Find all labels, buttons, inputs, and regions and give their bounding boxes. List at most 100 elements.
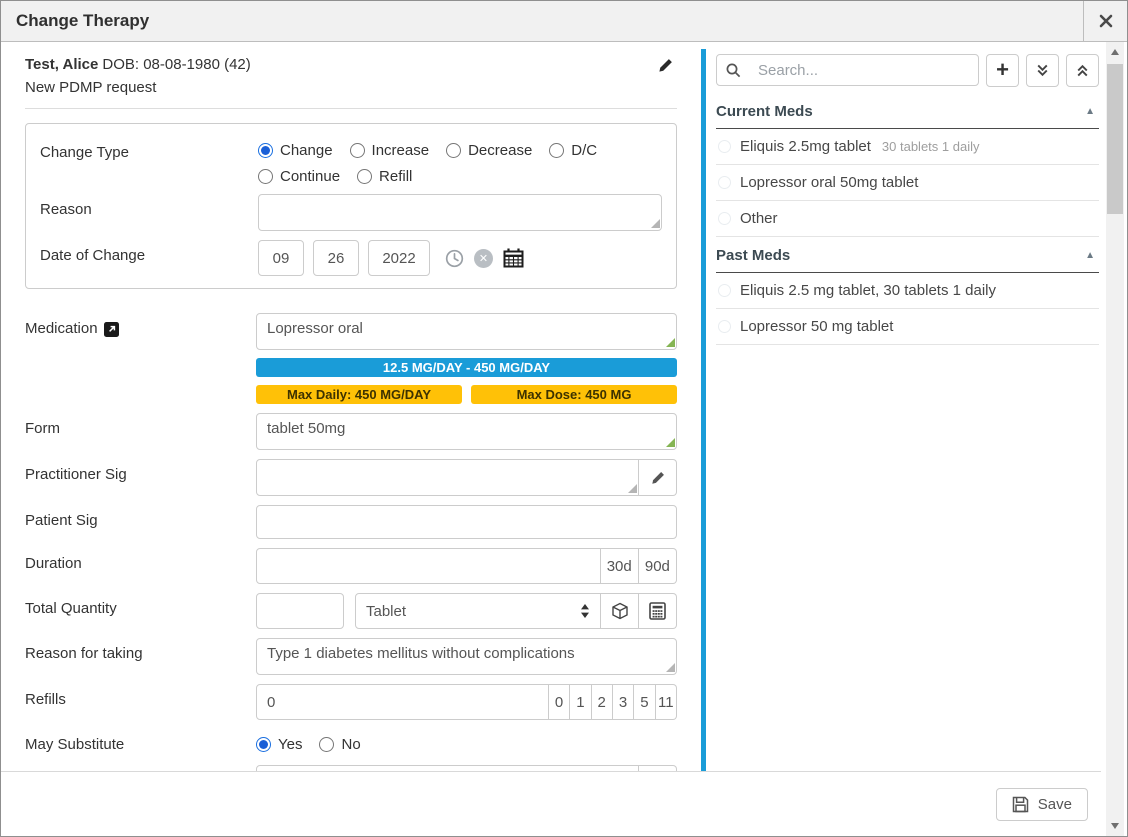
collapse-triangle-icon: ▲ xyxy=(1085,250,1095,261)
current-meds-header[interactable]: Current Meds ▲ xyxy=(716,97,1099,129)
collapse-triangle-icon: ▲ xyxy=(1085,106,1095,117)
calculator-button[interactable] xyxy=(639,593,677,629)
prescriber-label: Prescriber xyxy=(25,765,256,772)
resize-grip-icon[interactable] xyxy=(628,484,637,493)
med-item-eliquis-current[interactable]: Eliquis 2.5mg tablet 30 tablets 1 daily xyxy=(716,129,1099,165)
pencil-icon xyxy=(658,58,673,73)
may-substitute-label: May Substitute xyxy=(25,729,256,753)
refill-2-button[interactable]: 2 xyxy=(592,684,613,720)
past-meds-header[interactable]: Past Meds ▲ xyxy=(716,241,1099,273)
med-item-lopressor-current[interactable]: Lopressor oral 50mg tablet xyxy=(716,165,1099,201)
med-item-lopressor-past[interactable]: Lopressor 50 mg tablet xyxy=(716,309,1099,345)
total-quantity-label: Total Quantity xyxy=(25,593,256,629)
refill-11-button[interactable]: 11 xyxy=(656,684,677,720)
med-item-other[interactable]: Other xyxy=(716,201,1099,237)
pdmp-request-link[interactable]: New PDMP request xyxy=(25,79,677,96)
open-medication-button[interactable] xyxy=(104,322,119,337)
refill-3-button[interactable]: 3 xyxy=(613,684,634,720)
reason-for-taking-label: Reason for taking xyxy=(25,638,256,675)
radio-increase-dot xyxy=(350,143,365,158)
plus-icon: + xyxy=(996,59,1009,81)
resize-grip-icon[interactable] xyxy=(666,438,675,447)
radio-change[interactable]: Change xyxy=(258,142,333,159)
reason-textarea[interactable] xyxy=(258,194,662,231)
radio-continue[interactable]: Continue xyxy=(258,168,340,185)
date-day-input[interactable] xyxy=(313,240,359,276)
double-chevron-down-icon xyxy=(1035,63,1050,78)
practitioner-sig-label: Practitioner Sig xyxy=(25,459,256,496)
total-quantity-input[interactable] xyxy=(256,593,344,629)
select-prescriber-user-button[interactable] xyxy=(639,765,677,772)
unit-select[interactable]: Tablet xyxy=(355,593,601,629)
radio-substitute-yes[interactable]: Yes xyxy=(256,736,302,753)
unit-select-value: Tablet xyxy=(366,603,406,620)
prescriber-select[interactable]: Select User xyxy=(256,765,639,772)
date-year-input[interactable] xyxy=(368,240,430,276)
clock-button[interactable] xyxy=(445,249,464,268)
meds-toolbar: + xyxy=(716,54,1099,87)
med-radio-icon xyxy=(718,212,731,225)
radio-decrease[interactable]: Decrease xyxy=(446,142,532,159)
med-radio-icon xyxy=(718,284,731,297)
resize-grip-icon[interactable] xyxy=(666,663,675,672)
radio-continue-dot xyxy=(258,169,273,184)
radio-increase[interactable]: Increase xyxy=(350,142,430,159)
date-of-change-group: ✕ xyxy=(258,240,524,276)
medication-textarea[interactable]: Lopressor oral xyxy=(256,313,677,350)
radio-refill-dot xyxy=(357,169,372,184)
patient-sig-input[interactable] xyxy=(256,505,677,539)
radio-dc[interactable]: D/C xyxy=(549,142,597,159)
scrollbar-thumb[interactable] xyxy=(1107,64,1123,214)
past-meds-title: Past Meds xyxy=(716,247,790,264)
medication-label: Medication xyxy=(25,320,98,337)
resize-grip-icon[interactable] xyxy=(666,338,675,347)
max-daily-badge: Max Daily: 450 MG/DAY xyxy=(256,385,462,404)
dialog-footer: Save xyxy=(1,772,1101,836)
form-textarea[interactable]: tablet 50mg xyxy=(256,413,677,450)
patient-dob: DOB: 08-08-1980 (42) xyxy=(102,56,250,73)
dialog-title: Change Therapy xyxy=(1,11,149,31)
calculator-icon xyxy=(649,602,666,620)
duration-30d-button[interactable]: 30d xyxy=(601,548,639,584)
date-month-input[interactable] xyxy=(258,240,304,276)
collapse-all-button[interactable] xyxy=(1066,54,1099,87)
triangle-up-icon xyxy=(1111,49,1119,55)
med-item-eliquis-past[interactable]: Eliquis 2.5 mg tablet, 30 tablets 1 dail… xyxy=(716,273,1099,309)
select-arrows-icon xyxy=(580,604,590,618)
save-button-label: Save xyxy=(1038,796,1072,813)
dialog-titlebar: Change Therapy xyxy=(1,1,1127,42)
duration-input[interactable] xyxy=(256,548,601,584)
refill-1-button[interactable]: 1 xyxy=(570,684,591,720)
close-button[interactable] xyxy=(1083,1,1127,42)
med-radio-icon xyxy=(718,176,731,189)
practitioner-sig-textarea[interactable] xyxy=(256,459,639,496)
scrollbar-up-button[interactable] xyxy=(1106,44,1124,60)
add-med-button[interactable]: + xyxy=(986,54,1019,87)
scrollbar-down-button[interactable] xyxy=(1106,818,1124,834)
change-type-label: Change Type xyxy=(40,137,258,185)
duration-90d-button[interactable]: 90d xyxy=(639,548,677,584)
refill-0-button[interactable]: 0 xyxy=(549,684,570,720)
reason-for-taking-textarea[interactable]: Type 1 diabetes mellitus without complic… xyxy=(256,638,677,675)
calendar-button[interactable] xyxy=(503,248,524,268)
vertical-scrollbar[interactable] xyxy=(1106,42,1124,836)
clear-date-button[interactable]: ✕ xyxy=(474,249,493,268)
package-lookup-button[interactable] xyxy=(601,593,639,629)
edit-sig-button[interactable] xyxy=(639,459,677,496)
reason-label: Reason xyxy=(40,194,258,231)
edit-patient-button[interactable] xyxy=(658,58,673,73)
radio-substitute-no[interactable]: No xyxy=(319,736,360,753)
meds-search-input[interactable] xyxy=(748,56,969,85)
clock-icon xyxy=(445,249,464,268)
save-button[interactable]: Save xyxy=(996,788,1088,821)
radio-refill[interactable]: Refill xyxy=(357,168,412,185)
form-label: Form xyxy=(25,413,256,450)
radio-dc-dot xyxy=(549,143,564,158)
resize-grip-icon[interactable] xyxy=(651,219,660,228)
meds-search[interactable] xyxy=(716,54,979,86)
expand-all-button[interactable] xyxy=(1026,54,1059,87)
refills-input[interactable] xyxy=(256,684,549,720)
save-icon xyxy=(1012,796,1029,813)
current-meds-section: Current Meds ▲ Eliquis 2.5mg tablet 30 t… xyxy=(716,97,1099,237)
refill-5-button[interactable]: 5 xyxy=(634,684,655,720)
